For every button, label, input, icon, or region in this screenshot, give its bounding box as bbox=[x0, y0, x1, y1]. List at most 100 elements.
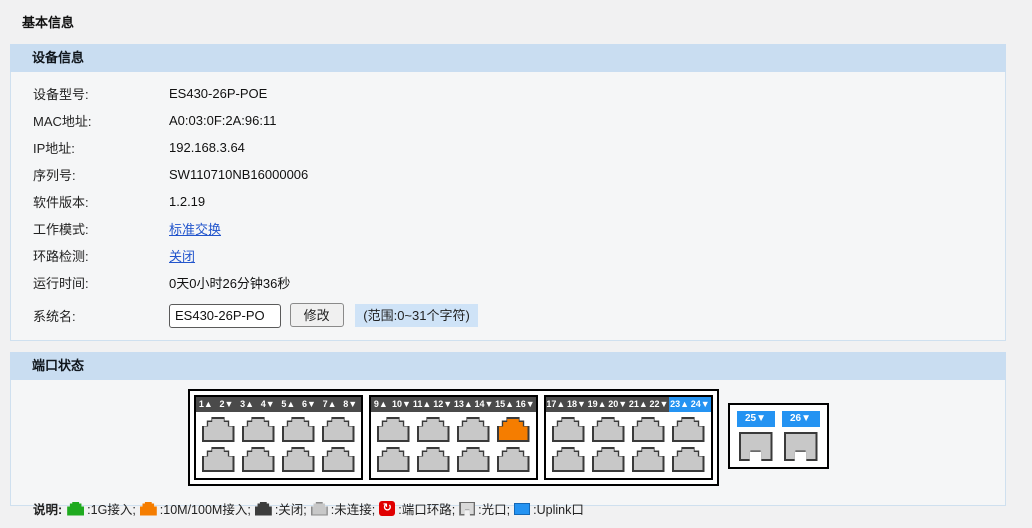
rj45-port-icon bbox=[552, 417, 585, 442]
rj45-port-icon bbox=[497, 417, 530, 442]
port-number-label: 5▲ bbox=[278, 397, 299, 412]
rj45-port-icon bbox=[457, 447, 490, 472]
rj45-port-icon bbox=[322, 447, 355, 472]
rj45-port-icon bbox=[497, 447, 530, 472]
info-row-value: ES430-26P-POE bbox=[169, 86, 267, 101]
fiber-port-icon bbox=[459, 502, 475, 516]
rj45-port-icon bbox=[672, 417, 705, 442]
port-status-panel: 端口状态 1▲2▼3▲4▼5▲6▼7▲8▼ 9▲10▼11▲12▼13▲14▼15… bbox=[10, 352, 1006, 506]
port-number-label: 13▲ bbox=[453, 397, 474, 412]
legend-caption: 说明: bbox=[33, 499, 62, 518]
ports-grid bbox=[371, 412, 536, 478]
info-row: IP地址:192.168.3.64 bbox=[11, 134, 1005, 161]
info-row: 软件版本:1.2.19 bbox=[11, 188, 1005, 215]
switch-port-diagram: 1▲2▼3▲4▼5▲6▼7▲8▼9▲10▼11▲12▼13▲14▼15▲16▼1… bbox=[11, 389, 1005, 486]
sfp-ports-box: 25▼26▼ bbox=[728, 403, 829, 469]
info-row-label: 软件版本: bbox=[11, 192, 169, 211]
info-row: MAC地址:A0:03:0F:2A:96:11 bbox=[11, 107, 1005, 134]
port-number-label: 16▼ bbox=[515, 397, 536, 412]
port-number-label: 6▼ bbox=[299, 397, 320, 412]
port-number-label: 15▲ bbox=[494, 397, 515, 412]
rj45-port-icon bbox=[282, 447, 315, 472]
info-row: 序列号:SW110710NB16000006 bbox=[11, 161, 1005, 188]
sfp-port-icon bbox=[739, 432, 773, 461]
info-row-link[interactable]: 关闭 bbox=[169, 249, 195, 264]
rj45-port-icon bbox=[282, 417, 315, 442]
info-row-value: A0:03:0F:2A:96:11 bbox=[169, 113, 276, 128]
sfp-port-icon bbox=[784, 432, 818, 461]
legend-item: :光口; bbox=[459, 499, 510, 518]
info-row-label: 设备型号: bbox=[11, 84, 169, 103]
rj45-dark-icon bbox=[255, 502, 272, 516]
port-number-label: 1▲ bbox=[196, 397, 217, 412]
rj45-ports-box: 1▲2▼3▲4▼5▲6▼7▲8▼9▲10▼11▲12▼13▲14▼15▲16▼1… bbox=[188, 389, 719, 486]
port-number-label: 2▼ bbox=[216, 397, 237, 412]
info-row-value: 标准交换 bbox=[169, 219, 221, 238]
port-number-label: 3▲ bbox=[237, 397, 258, 412]
info-row-value: 1.2.19 bbox=[169, 194, 205, 209]
modify-button[interactable]: 修改 bbox=[290, 303, 344, 327]
rj45-port-icon bbox=[672, 447, 705, 472]
legend-item: :未连接; bbox=[311, 499, 375, 518]
rj45-port-icon bbox=[417, 417, 450, 442]
system-name-row: 系统名: 修改 (范围:0~31个字符) bbox=[11, 296, 1005, 334]
device-info-panel: 设备信息 设备型号:ES430-26P-POEMAC地址:A0:03:0F:2A… bbox=[10, 44, 1006, 341]
port-group: 9▲10▼11▲12▼13▲14▼15▲16▼ bbox=[369, 395, 538, 480]
uplink-port-icon bbox=[514, 503, 530, 515]
port-number-label: 17▲ bbox=[546, 397, 567, 412]
info-row-label: IP地址: bbox=[11, 138, 169, 157]
port-loop-icon: ↻ bbox=[379, 501, 395, 516]
rj45-port-icon bbox=[632, 447, 665, 472]
legend-item-label: :1G接入; bbox=[87, 499, 136, 518]
port-group: 1▲2▼3▲4▼5▲6▼7▲8▼ bbox=[194, 395, 363, 480]
port-number-label: 25▼ bbox=[737, 411, 775, 427]
port-number-label: 4▼ bbox=[257, 397, 278, 412]
info-row-label: 运行时间: bbox=[11, 273, 169, 292]
port-number-label: 14▼ bbox=[474, 397, 495, 412]
legend-item-label: :Uplink口 bbox=[533, 499, 584, 518]
legend-item-label: :10M/100M接入; bbox=[160, 499, 251, 518]
info-row-label: 序列号: bbox=[11, 165, 169, 184]
info-row: 设备型号:ES430-26P-POE bbox=[11, 80, 1005, 107]
port-number-label: 18▼ bbox=[566, 397, 587, 412]
info-row-link[interactable]: 标准交换 bbox=[169, 222, 221, 237]
port-number-label: 19▲ bbox=[587, 397, 608, 412]
info-row-label: 环路检测: bbox=[11, 246, 169, 265]
rj45-green-icon bbox=[67, 502, 84, 516]
rj45-port-icon bbox=[377, 417, 410, 442]
port-number-label: 11▲ bbox=[412, 397, 433, 412]
info-row-value: 关闭 bbox=[169, 246, 195, 265]
legend-item-label: :未连接; bbox=[331, 499, 375, 518]
rj45-port-icon bbox=[592, 447, 625, 472]
port-number-label: 10▼ bbox=[391, 397, 412, 412]
legend-item: :10M/100M接入; bbox=[140, 499, 251, 518]
rj45-port-icon bbox=[417, 447, 450, 472]
port-group-header: 17▲18▼19▲20▼21▲22▼23▲24▼ bbox=[546, 397, 711, 412]
port-number-label: 20▼ bbox=[607, 397, 628, 412]
port-number-label: 7▲ bbox=[319, 397, 340, 412]
info-row-value: 0天0小时26分钟36秒 bbox=[169, 273, 290, 292]
port-status-header: 端口状态 bbox=[10, 352, 1006, 380]
sfp-port-column: 25▼ bbox=[737, 411, 775, 461]
port-number-label: 8▼ bbox=[340, 397, 361, 412]
device-info-body: 设备型号:ES430-26P-POEMAC地址:A0:03:0F:2A:96:1… bbox=[10, 72, 1006, 341]
legend-item: :Uplink口 bbox=[514, 499, 584, 518]
legend-item: :1G接入; bbox=[67, 499, 136, 518]
port-number-label: 22▼ bbox=[649, 397, 670, 412]
legend-item: :关闭; bbox=[255, 499, 307, 518]
port-group-header: 9▲10▼11▲12▼13▲14▼15▲16▼ bbox=[371, 397, 536, 412]
system-name-input[interactable] bbox=[169, 304, 281, 328]
info-row: 运行时间:0天0小时26分钟36秒 bbox=[11, 269, 1005, 296]
port-group: 17▲18▼19▲20▼21▲22▼23▲24▼ bbox=[544, 395, 713, 480]
info-row-value: SW110710NB16000006 bbox=[169, 167, 308, 182]
port-number-label: 23▲ bbox=[669, 397, 690, 412]
ports-grid bbox=[546, 412, 711, 478]
system-name-label: 系统名: bbox=[11, 306, 169, 325]
system-name-range-hint: (范围:0~31个字符) bbox=[355, 304, 478, 327]
rj45-port-icon bbox=[632, 417, 665, 442]
rj45-port-icon bbox=[202, 417, 235, 442]
legend-item-label: :关闭; bbox=[275, 499, 307, 518]
rj45-port-icon bbox=[377, 447, 410, 472]
port-legend: 说明: :1G接入;:10M/100M接入;:关闭;:未连接;↻:端口环路;:光… bbox=[11, 486, 1005, 518]
info-row-label: 工作模式: bbox=[11, 219, 169, 238]
